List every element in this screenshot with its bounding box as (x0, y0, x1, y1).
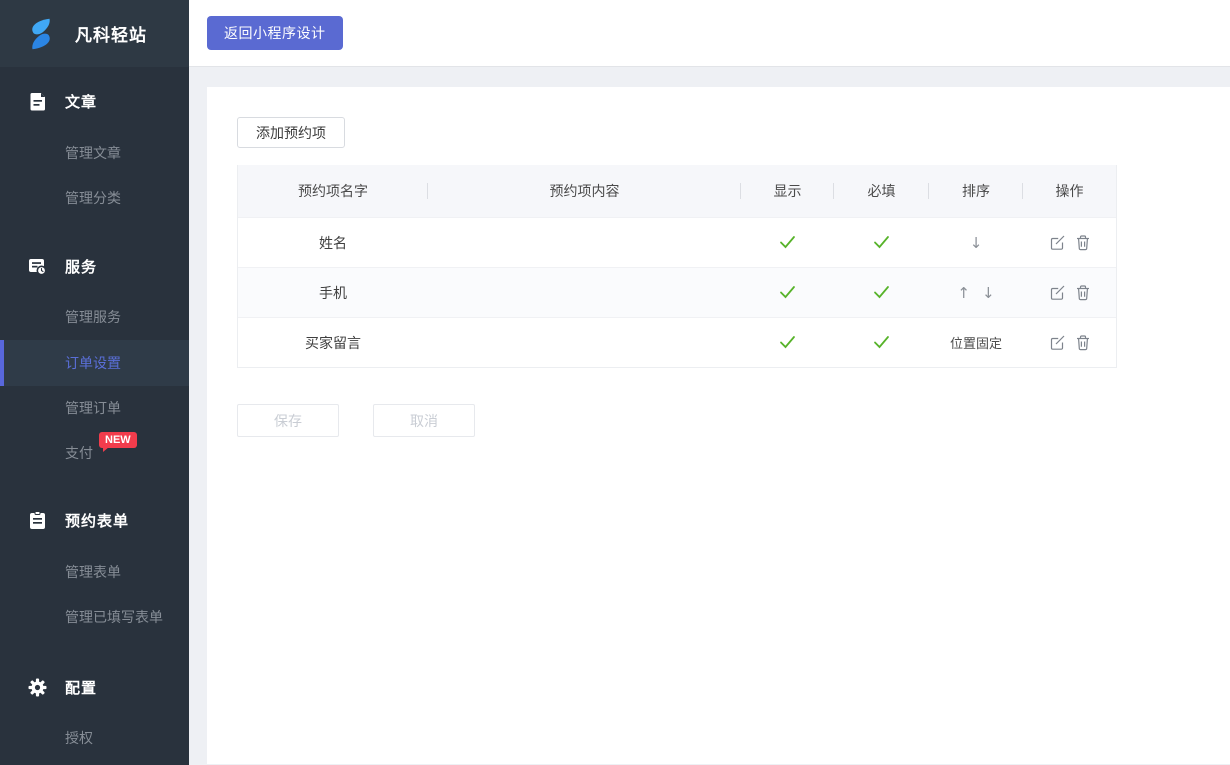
sidebar: 凡科轻站 文章 管理文章 管理分类 (0, 0, 189, 765)
row-name: 买家留言 (238, 318, 428, 367)
back-to-designer-button[interactable]: 返回小程序设计 (207, 16, 343, 50)
col-header-name: 预约项名字 (238, 165, 428, 217)
main-area: 返回小程序设计 添加预约项 预约项名字 预约项内容 显示 必填 排序 操作 (189, 0, 1230, 765)
section-label-booking-forms: 预约表单 (65, 510, 129, 531)
sidebar-item-payment[interactable]: 支付 NEW (0, 440, 189, 466)
new-badge: NEW (99, 432, 137, 448)
form-actions: 保存 取消 (237, 404, 1230, 437)
sidebar-item-manage-orders[interactable]: 管理订单 (0, 395, 189, 421)
actions-cell (1023, 268, 1116, 317)
sidebar-header: 凡科轻站 (0, 0, 189, 67)
required-check-icon (834, 318, 929, 367)
sidebar-item-manage-services[interactable]: 管理服务 (0, 304, 189, 330)
col-header-content: 预约项内容 (428, 165, 741, 217)
sidebar-item-manage-filled-forms[interactable]: 管理已填写表单 (0, 604, 189, 630)
edit-icon[interactable] (1049, 234, 1066, 251)
row-content (428, 268, 741, 317)
move-down-icon[interactable]: ↓ (982, 284, 995, 302)
position-fixed-label: 位置固定 (950, 333, 1002, 352)
table-row: 手机 ↑ ↓ (238, 267, 1116, 317)
delete-icon[interactable] (1075, 284, 1091, 301)
app-root: 凡科轻站 文章 管理文章 管理分类 (0, 0, 1230, 765)
booking-items-table: 预约项名字 预约项内容 显示 必填 排序 操作 姓名 (237, 165, 1117, 368)
actions-cell (1023, 318, 1116, 367)
sort-cell: ↑ ↓ (929, 268, 1023, 317)
sidebar-item-manage-forms[interactable]: 管理表单 (0, 559, 189, 585)
section-articles: 文章 (0, 90, 189, 112)
section-booking-forms: 预约表单 (0, 509, 189, 531)
row-content (428, 218, 741, 267)
display-check-icon (741, 318, 834, 367)
required-check-icon (834, 218, 929, 267)
table-header-row: 预约项名字 预约项内容 显示 必填 排序 操作 (238, 165, 1116, 217)
delete-icon[interactable] (1075, 234, 1091, 251)
sidebar-nav: 文章 管理文章 管理分类 (0, 90, 189, 751)
content-background: 添加预约项 预约项名字 预约项内容 显示 必填 排序 操作 姓名 (189, 67, 1230, 765)
topbar: 返回小程序设计 (189, 0, 1230, 67)
move-down-icon[interactable]: ↓ (970, 234, 983, 252)
sidebar-item-order-settings[interactable]: 订单设置 (0, 340, 189, 386)
sort-cell: 位置固定 (929, 318, 1023, 367)
sidebar-item-authorization[interactable]: 授权 (0, 725, 189, 751)
row-name: 姓名 (238, 218, 428, 267)
edit-icon[interactable] (1049, 334, 1066, 351)
brand-logo-icon (22, 15, 60, 53)
section-services: 服务 (0, 255, 189, 277)
cancel-button[interactable]: 取消 (373, 404, 475, 437)
actions-cell (1023, 218, 1116, 267)
section-label-config: 配置 (65, 677, 97, 698)
edit-icon[interactable] (1049, 284, 1066, 301)
move-up-icon[interactable]: ↑ (957, 284, 970, 302)
service-icon (28, 257, 47, 276)
table-row: 买家留言 位置固定 (238, 317, 1116, 367)
section-label-articles: 文章 (65, 91, 97, 112)
row-name: 手机 (238, 268, 428, 317)
col-header-display: 显示 (741, 165, 834, 217)
article-icon (28, 92, 47, 111)
form-icon (28, 511, 47, 530)
section-label-services: 服务 (65, 256, 97, 277)
row-content (428, 318, 741, 367)
sidebar-item-manage-articles[interactable]: 管理文章 (0, 140, 189, 166)
col-header-required: 必填 (834, 165, 929, 217)
order-settings-panel: 添加预约项 预约项名字 预约项内容 显示 必填 排序 操作 姓名 (207, 87, 1230, 764)
sort-cell: ↓ (929, 218, 1023, 267)
save-button[interactable]: 保存 (237, 404, 339, 437)
section-config: 配置 (0, 676, 189, 698)
table-row: 姓名 ↓ (238, 217, 1116, 267)
app-title: 凡科轻站 (75, 21, 147, 46)
delete-icon[interactable] (1075, 334, 1091, 351)
display-check-icon (741, 218, 834, 267)
required-check-icon (834, 268, 929, 317)
col-header-sort: 排序 (929, 165, 1023, 217)
add-booking-item-button[interactable]: 添加预约项 (237, 117, 345, 148)
gear-icon (28, 678, 47, 697)
col-header-actions: 操作 (1023, 165, 1116, 217)
display-check-icon (741, 268, 834, 317)
sidebar-item-manage-categories[interactable]: 管理分类 (0, 185, 189, 211)
